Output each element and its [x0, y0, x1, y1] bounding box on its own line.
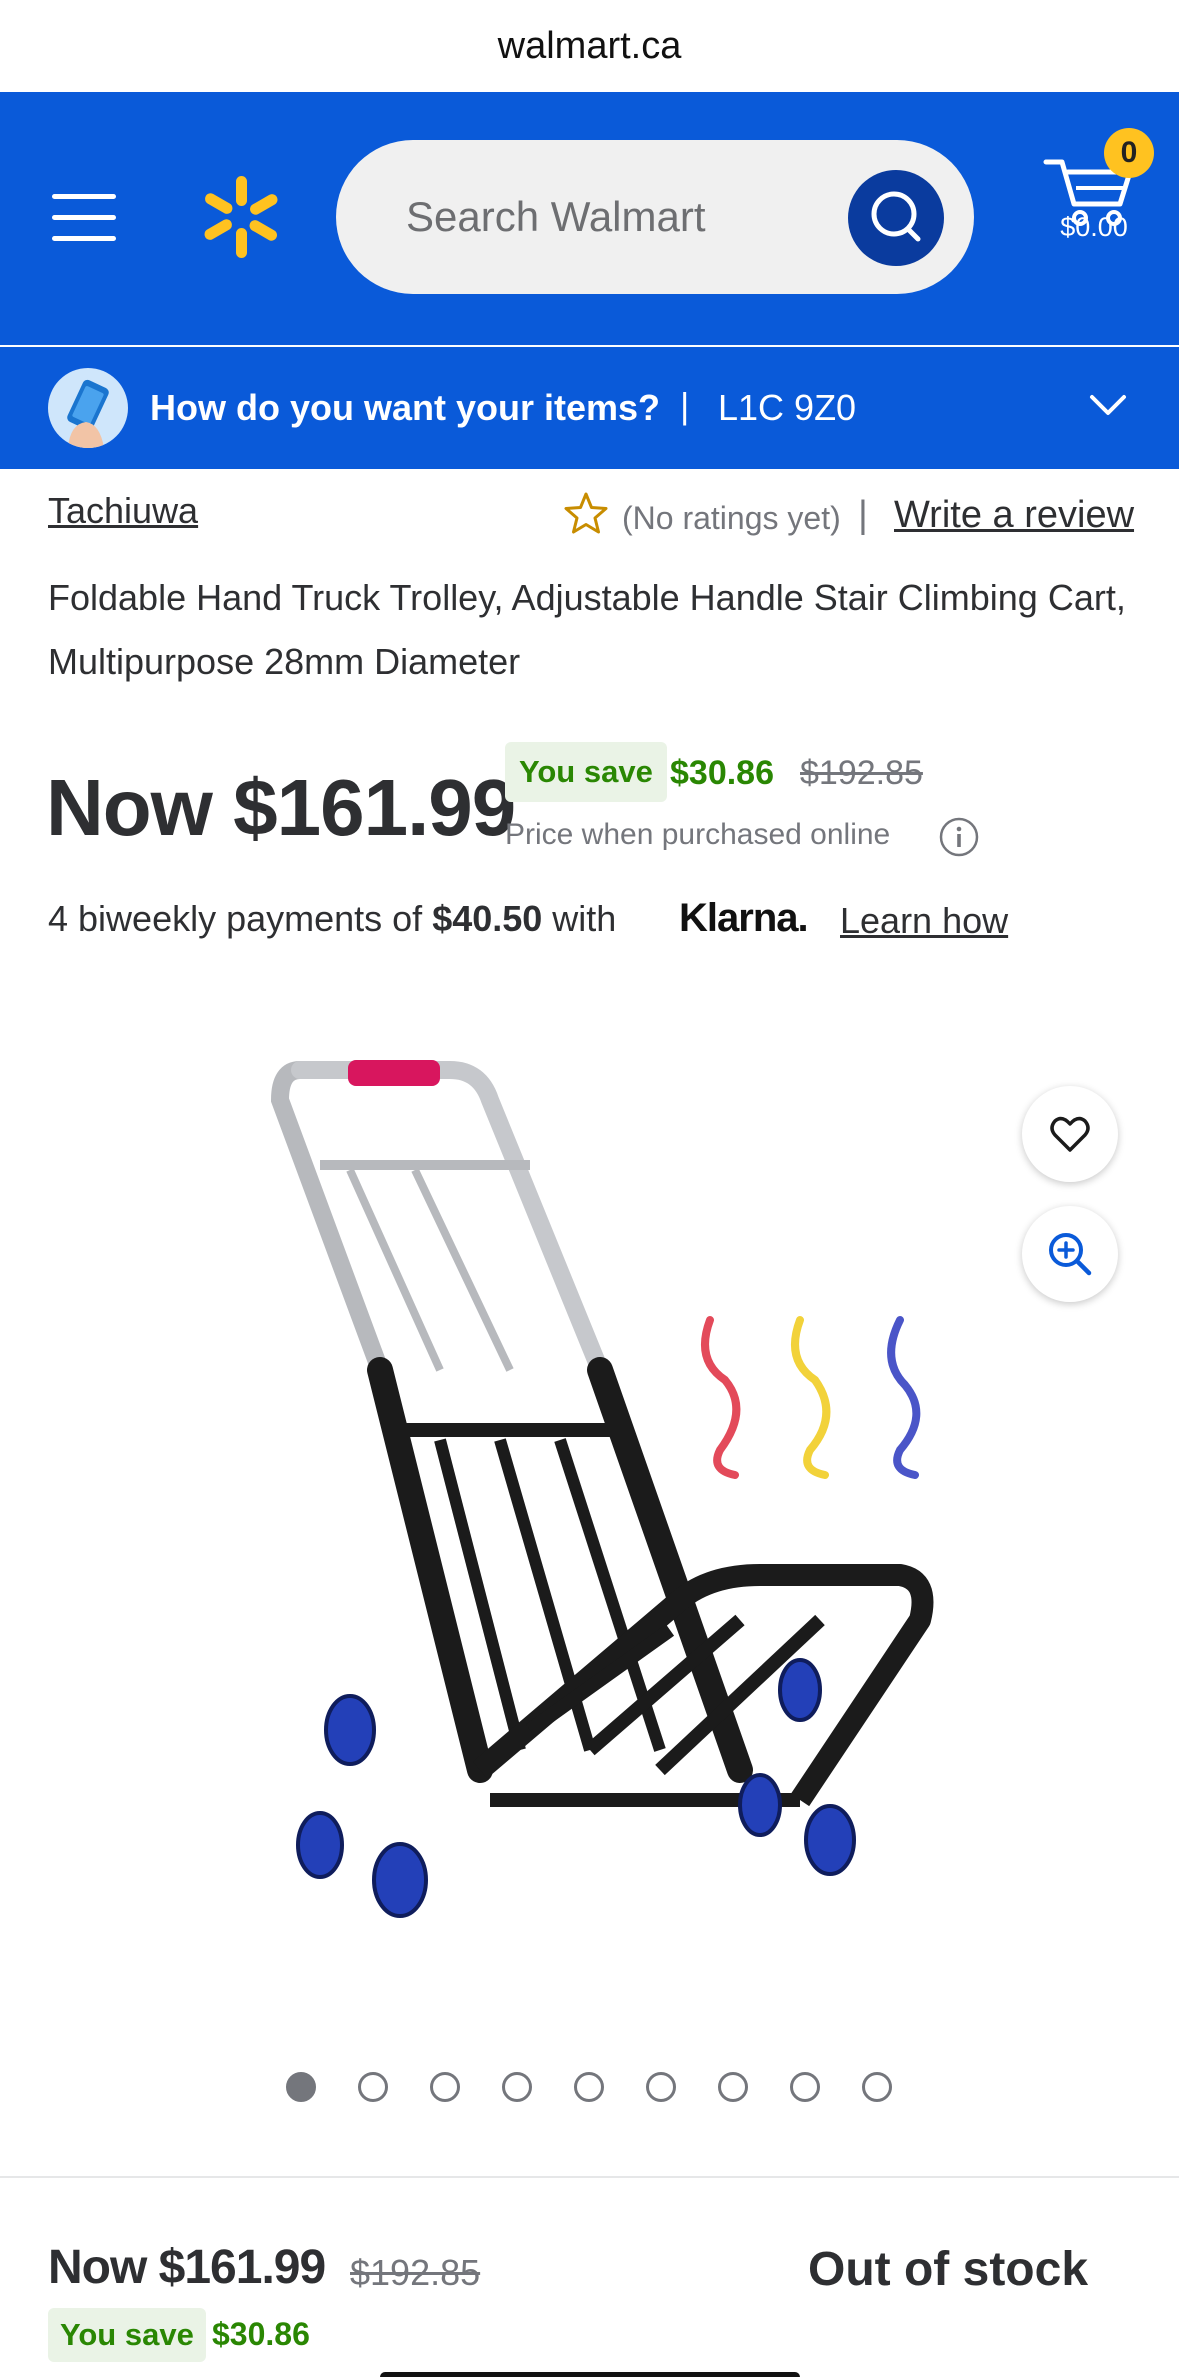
carousel-dot[interactable] [430, 2072, 460, 2102]
klarna-suffix: with [542, 898, 617, 939]
product-title: Foldable Hand Truck Trolley, Adjustable … [48, 577, 1126, 682]
add-to-favorites-button[interactable] [1022, 1086, 1118, 1182]
bottom-save-amount: $30.86 [212, 2316, 310, 2352]
search-bar [336, 140, 974, 294]
delivery-question: How do you want your items? [150, 387, 661, 428]
brand-link[interactable]: Tachiuwa [48, 490, 198, 532]
zoom-image-button[interactable] [1022, 1206, 1118, 1302]
save-amount: $30.86 [670, 754, 774, 792]
carousel-dot[interactable] [862, 2072, 892, 2102]
site-header: 0 $0.00 [0, 92, 1179, 345]
delivery-separator: | [680, 385, 690, 426]
bottom-was-price: $192.85 [350, 2252, 481, 2293]
url-text: walmart.ca [497, 24, 682, 67]
current-price: Now $161.99 [46, 763, 516, 852]
cart-count-badge: 0 [1104, 128, 1154, 178]
delivery-phone-icon [48, 368, 128, 448]
was-price: $192.85 [800, 754, 923, 792]
delivery-postal-code: L1C 9Z0 [718, 387, 857, 428]
stock-status: Out of stock [808, 2243, 1089, 2296]
browser-url-bar[interactable]: walmart.ca [0, 0, 1179, 92]
ratings-separator: | [858, 494, 868, 536]
search-button[interactable] [848, 170, 944, 266]
zoom-in-icon [1049, 1233, 1092, 1276]
bottom-you-save-badge: You save [48, 2308, 206, 2362]
home-indicator[interactable] [380, 2372, 800, 2377]
klarna-payment-text: 4 biweekly payments of $40.50 with [48, 898, 616, 940]
klarna-logo: Klarna. [679, 896, 809, 940]
heart-icon [1050, 1116, 1090, 1152]
learn-how-link[interactable]: Learn how [840, 900, 1008, 942]
product-image[interactable] [240, 1030, 960, 1960]
info-icon[interactable] [938, 816, 980, 858]
delivery-selector[interactable]: How do you want your items? | L1C 9Z0 [0, 347, 1179, 469]
you-save-badge: You save [505, 742, 667, 802]
carousel-dot[interactable] [286, 2072, 316, 2102]
carousel-dot[interactable] [574, 2072, 604, 2102]
carousel-dot[interactable] [790, 2072, 820, 2102]
bottom-price-bar: Now $161.99 $192.85 Out of stock You sav… [0, 2176, 1179, 2377]
write-review-link[interactable]: Write a review [894, 494, 1134, 537]
klarna-amount: $40.50 [432, 898, 543, 939]
chevron-down-icon[interactable] [1086, 383, 1130, 427]
search-input[interactable] [406, 184, 806, 250]
online-price-note: Price when purchased online [505, 818, 891, 851]
star-icon [564, 492, 608, 534]
walmart-spark-logo[interactable] [196, 172, 286, 262]
carousel-dot[interactable] [646, 2072, 676, 2102]
menu-icon[interactable] [52, 194, 116, 242]
klarna-prefix: 4 biweekly payments of [48, 898, 433, 939]
bottom-current-price: Now $161.99 [48, 2241, 326, 2294]
ratings-text: (No ratings yet) [622, 500, 841, 536]
carousel-dot[interactable] [718, 2072, 748, 2102]
search-icon [871, 191, 921, 242]
carousel-dot[interactable] [358, 2072, 388, 2102]
image-carousel-dots [286, 2072, 892, 2102]
carousel-dot[interactable] [502, 2072, 532, 2102]
cart-total: $0.00 [1060, 212, 1128, 242]
